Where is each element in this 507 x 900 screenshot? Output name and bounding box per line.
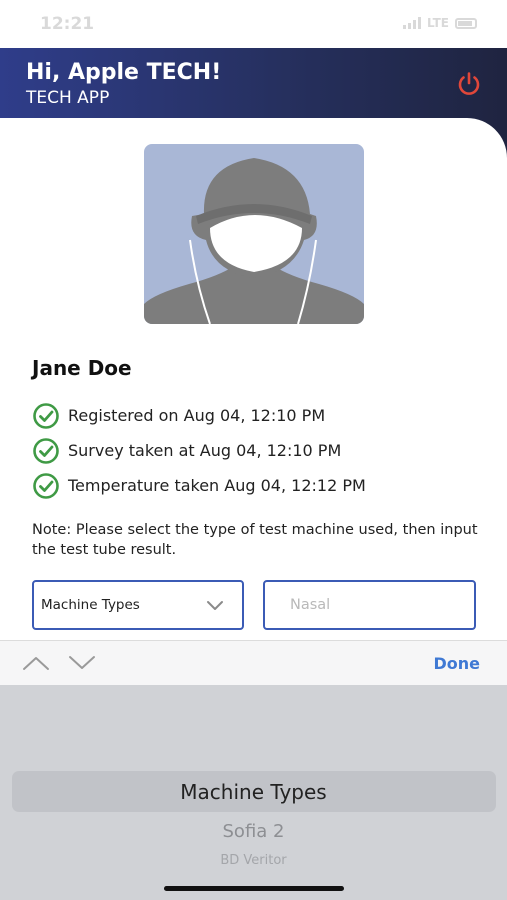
picker-option-selected[interactable]: Machine Types <box>0 780 507 804</box>
chevron-down-icon <box>207 601 223 610</box>
status-item-registered: Registered on Aug 04, 12:10 PM <box>32 398 366 433</box>
check-status-list: Registered on Aug 04, 12:10 PM Survey ta… <box>32 398 366 503</box>
profile-card: Jane Doe Registered on Aug 04, 12:10 PM … <box>0 118 507 640</box>
battery-icon <box>455 17 477 29</box>
chevron-down-icon[interactable] <box>68 655 96 671</box>
machine-type-select[interactable]: Machine Types <box>32 580 244 630</box>
status-text: Temperature taken Aug 04, 12:12 PM <box>68 476 366 495</box>
status-text: Survey taken at Aug 04, 12:10 PM <box>68 441 342 460</box>
machine-type-picker[interactable]: Machine Types Sofia 2 BD Veritor <box>0 685 507 900</box>
test-result-input[interactable] <box>263 580 476 630</box>
signal-icon <box>402 17 421 29</box>
check-circle-icon <box>33 437 59 464</box>
instruction-note: Note: Please select the type of test mac… <box>32 522 478 558</box>
chevron-up-icon[interactable] <box>22 655 50 671</box>
check-circle-icon <box>33 472 59 499</box>
status-text: Registered on Aug 04, 12:10 PM <box>68 406 326 425</box>
done-button[interactable]: Done <box>433 654 480 673</box>
patient-name: Jane Doe <box>32 356 132 380</box>
home-indicator <box>164 886 344 891</box>
machine-type-value: Machine Types <box>41 597 140 613</box>
status-bar: 12:21 LTE <box>0 0 507 48</box>
avatar <box>144 144 364 324</box>
picker-option[interactable]: Sofia 2 <box>0 821 507 842</box>
status-item-survey: Survey taken at Aug 04, 12:10 PM <box>32 433 366 468</box>
status-indicators: LTE <box>402 16 477 30</box>
picker-option[interactable]: BD Veritor <box>0 853 507 868</box>
status-time: 12:21 <box>40 14 95 34</box>
network-label: LTE <box>426 16 449 30</box>
power-icon[interactable] <box>455 70 483 98</box>
check-circle-icon <box>33 402 59 429</box>
status-item-temperature: Temperature taken Aug 04, 12:12 PM <box>32 468 366 503</box>
keyboard-toolbar: Done <box>0 640 507 685</box>
app-subtitle: TECH APP <box>26 88 110 108</box>
person-silhouette-icon <box>144 158 364 324</box>
greeting-title: Hi, Apple TECH! <box>26 60 222 85</box>
